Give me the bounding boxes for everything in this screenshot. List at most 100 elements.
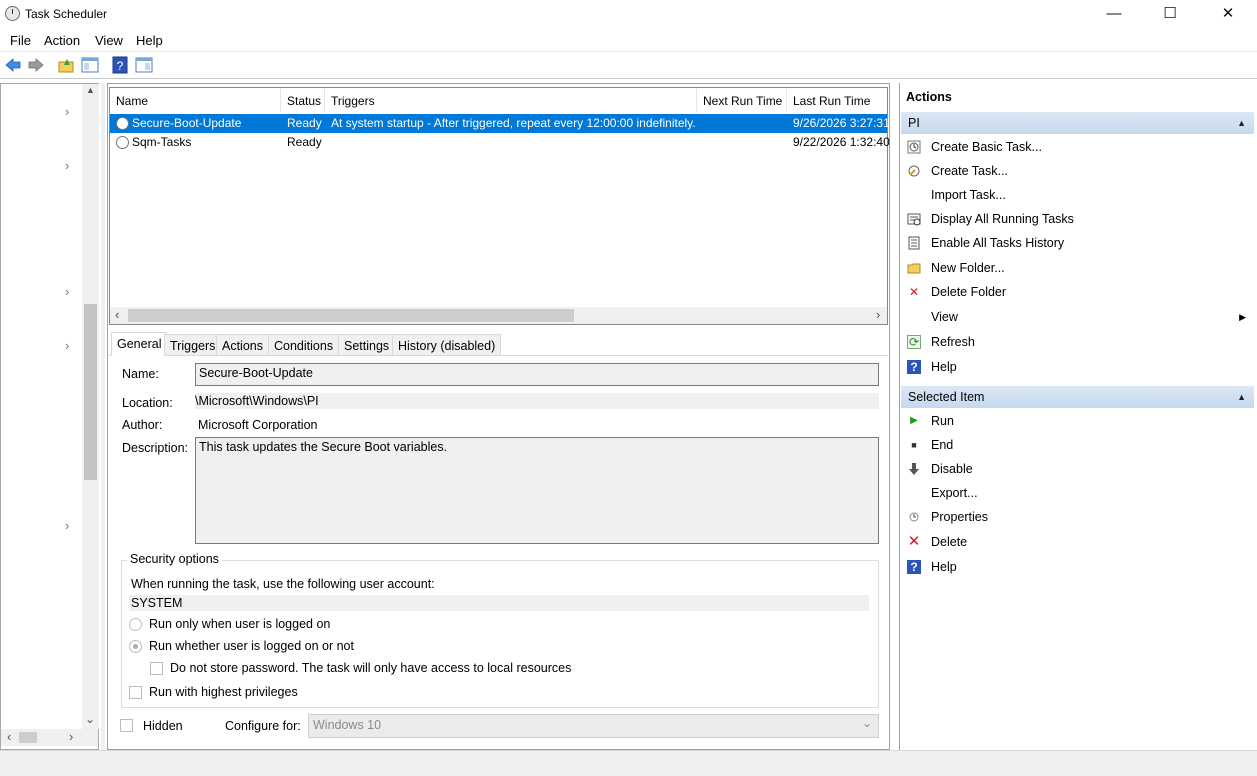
up-folder-icon[interactable]	[57, 56, 75, 74]
column-header-status[interactable]: Status	[281, 88, 325, 112]
action-create-task[interactable]: Create Task...	[900, 160, 1256, 182]
tab-settings[interactable]: Settings	[338, 334, 396, 356]
tab-triggers[interactable]: Triggers	[164, 334, 222, 356]
column-header-name[interactable]: Name	[110, 88, 281, 112]
tab-history[interactable]: History (disabled)	[392, 334, 502, 356]
checkbox-highest-privileges[interactable]	[129, 686, 142, 699]
tree-expand-chevron[interactable]: ›	[65, 338, 69, 353]
action-help[interactable]: ? Help	[900, 356, 1256, 378]
radio-logged-on[interactable]	[129, 618, 142, 631]
action-enable-tasks-history[interactable]: Enable All Tasks History	[900, 232, 1256, 254]
window-title: Task Scheduler	[25, 7, 108, 21]
actions-section-selected-item[interactable]: Selected Item ▲	[901, 386, 1254, 408]
description-label: Description:	[122, 441, 188, 455]
action-end[interactable]: ■ End	[900, 434, 1256, 456]
task-row[interactable]: Sqm-Tasks Ready 9/22/2026 1:32:40	[110, 133, 890, 152]
properties-icon	[909, 512, 919, 522]
action-display-running-tasks[interactable]: Display All Running Tasks	[900, 208, 1256, 230]
action-label: Export...	[931, 486, 978, 500]
back-arrow-icon[interactable]	[4, 56, 22, 74]
action-new-folder[interactable]: New Folder...	[900, 257, 1256, 279]
action-delete-folder[interactable]: ✕ Delete Folder	[900, 281, 1256, 303]
radio-whether-logged-on[interactable]	[129, 640, 142, 653]
tree-expand-chevron[interactable]: ›	[65, 518, 69, 533]
maximize-button[interactable]: ☐	[1141, 0, 1199, 28]
action-help-selected[interactable]: ? Help	[900, 556, 1256, 578]
menu-file[interactable]: File	[10, 33, 31, 48]
menu-help[interactable]: Help	[136, 33, 163, 48]
action-create-basic-task[interactable]: Create Basic Task...	[900, 136, 1256, 158]
scroll-up-icon[interactable]: ▲	[86, 85, 95, 95]
submenu-arrow-icon: ▶	[1239, 312, 1246, 322]
tree-scroll-thumb[interactable]	[84, 304, 97, 480]
checkbox-hidden-label[interactable]: Hidden	[143, 719, 183, 733]
configure-for-value: Windows 10	[313, 718, 382, 732]
tab-actions[interactable]: Actions	[216, 334, 269, 356]
action-run[interactable]: ▶ Run	[900, 410, 1256, 432]
name-field[interactable]: Secure-Boot-Update	[195, 363, 879, 386]
collapse-icon[interactable]: ▲	[1237, 112, 1246, 134]
column-header-next-run-time[interactable]: Next Run Time	[697, 88, 787, 112]
tree-hscroll-thumb[interactable]	[19, 732, 37, 743]
checkbox-highest-privileges-label[interactable]: Run with highest privileges	[149, 685, 298, 699]
menu-action[interactable]: Action	[44, 33, 80, 48]
task-list-horizontal-scrollbar[interactable]: ‹ ›	[110, 307, 887, 324]
configure-for-select[interactable]: Windows 10 ⌄	[308, 714, 879, 738]
show-hide-action-pane-icon[interactable]	[135, 56, 153, 74]
column-header-last-run-time[interactable]: Last Run Time	[787, 88, 887, 112]
menu-view[interactable]: View	[95, 33, 123, 48]
scroll-right-icon[interactable]: ›	[69, 729, 73, 744]
scroll-left-icon[interactable]: ‹	[115, 307, 119, 322]
tree-expand-chevron[interactable]: ›	[65, 104, 69, 119]
tab-general[interactable]: General	[111, 332, 168, 356]
checkbox-no-password-label[interactable]: Do not store password. The task will onl…	[170, 661, 571, 675]
help-icon: ?	[907, 360, 921, 374]
column-header-triggers[interactable]: Triggers	[325, 88, 697, 112]
description-field[interactable]: This task updates the Secure Boot variab…	[195, 437, 879, 544]
menu-bar: File Action View Help	[0, 30, 1257, 52]
tree-expand-chevron[interactable]: ›	[65, 284, 69, 299]
actions-section-folder[interactable]: PI ▲	[901, 112, 1254, 134]
running-tasks-icon	[907, 213, 921, 226]
tree-expand-chevron[interactable]: ›	[65, 158, 69, 173]
scroll-down-icon[interactable]: ⌄	[85, 712, 95, 726]
tab-conditions[interactable]: Conditions	[268, 334, 340, 356]
action-refresh[interactable]: ⟳ Refresh	[900, 331, 1256, 353]
radio-logged-on-label[interactable]: Run only when user is logged on	[149, 617, 330, 631]
scroll-left-icon[interactable]: ‹	[7, 729, 11, 744]
collapse-icon[interactable]: ▲	[1237, 386, 1246, 408]
minimize-button[interactable]: —	[1085, 0, 1143, 28]
scroll-right-icon[interactable]: ›	[876, 307, 880, 322]
title-bar: Task Scheduler — ☐ ✕	[0, 0, 1257, 30]
action-view[interactable]: View ▶	[900, 306, 1256, 328]
task-list[interactable]: Name Status Triggers Next Run Time Last …	[109, 87, 890, 325]
action-disable[interactable]: Disable	[900, 458, 1256, 480]
action-export[interactable]: Export...	[900, 482, 1256, 504]
run-icon: ▶	[910, 415, 918, 426]
action-import-task[interactable]: Import Task...	[900, 184, 1256, 206]
security-options-title: Security options	[127, 552, 222, 566]
action-label: Delete	[931, 535, 968, 549]
action-delete[interactable]: ✕ Delete	[900, 531, 1256, 553]
close-button[interactable]: ✕	[1199, 0, 1257, 28]
action-label: End	[931, 438, 954, 452]
name-label: Name:	[122, 367, 159, 381]
task-list-hscroll-thumb[interactable]	[128, 309, 574, 322]
chevron-down-icon: ⌄	[861, 716, 872, 730]
action-label: Run	[931, 414, 954, 428]
help-icon[interactable]: ?	[111, 56, 129, 74]
tree-horizontal-scrollbar[interactable]: ‹ ›	[1, 729, 98, 746]
show-hide-tree-icon[interactable]	[81, 56, 99, 74]
checkbox-no-password[interactable]	[150, 662, 163, 675]
radio-whether-logged-on-label[interactable]: Run whether user is logged on or not	[149, 639, 354, 653]
action-label: Properties	[931, 510, 988, 524]
checkbox-hidden[interactable]	[120, 719, 133, 732]
action-label: Enable All Tasks History	[931, 236, 1065, 250]
task-row[interactable]: Secure-Boot-Update Ready At system start…	[110, 114, 890, 133]
forward-arrow-icon[interactable]	[27, 56, 45, 74]
pane-splitter[interactable]	[101, 83, 105, 750]
tree-vertical-scrollbar[interactable]: ▲ ⌄	[82, 84, 99, 729]
action-properties[interactable]: Properties	[900, 506, 1256, 528]
task-status: Ready	[287, 135, 322, 149]
console-tree-pane[interactable]: › › › › › ▲ ⌄ ‹ ›	[0, 83, 99, 750]
